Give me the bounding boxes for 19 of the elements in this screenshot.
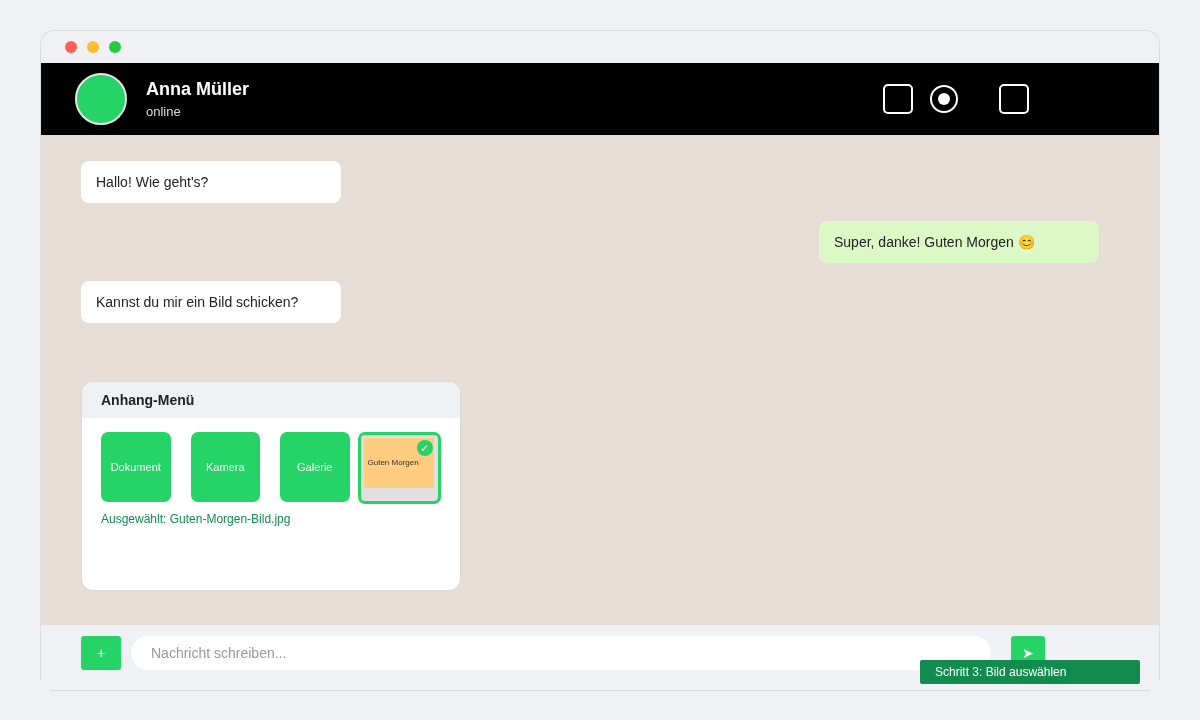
sent-message: Super, danke! Guten Morgen 😊 <box>819 221 1099 263</box>
received-message: Hallo! Wie geht's? <box>81 161 341 203</box>
maximize-dot[interactable] <box>109 41 121 53</box>
attachment-option[interactable]: Galerie <box>280 432 350 502</box>
close-dot[interactable] <box>65 41 77 53</box>
contact-name: Anna Müller <box>146 79 249 100</box>
menu-title: Anhang-Menü <box>82 382 460 418</box>
record-icon[interactable] <box>929 84 959 114</box>
square-icon[interactable] <box>999 84 1029 114</box>
selection-text: Ausgewählt: Guten-Morgen-Bild.jpg <box>100 511 292 528</box>
step-tooltip: Schritt 3: Bild auswählen <box>920 660 1140 684</box>
received-message: Kannst du mir ein Bild schicken? <box>81 281 341 323</box>
attachment-option[interactable]: Kamera <box>190 432 260 502</box>
contact-status: online <box>146 104 182 119</box>
square-icon[interactable] <box>883 84 913 114</box>
minimize-dot[interactable] <box>87 41 99 53</box>
attach-button[interactable]: + <box>81 636 121 670</box>
attachment-option[interactable]: Dokument <box>101 432 171 502</box>
avatar <box>75 73 127 125</box>
